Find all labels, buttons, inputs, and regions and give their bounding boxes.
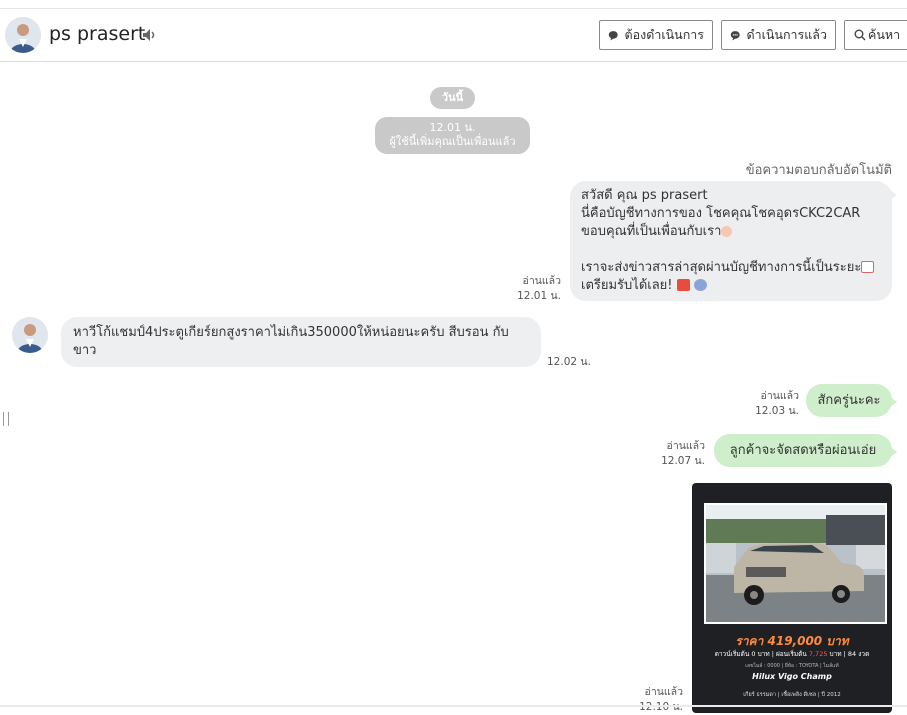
search-label: ค้นหา — [868, 27, 901, 42]
system-message: 12.01 น. ผู้ใช้นี้เพิ่มคุณเป็นเพื่อนแล้ว — [375, 117, 530, 154]
gift-emoji-icon — [676, 279, 690, 291]
contact-name: ps prasert — [49, 23, 146, 45]
car-listing-card[interactable]: ราคา 419,000 บาท ดาวน์เริ่มต้น 0 บาท | ผ… — [692, 483, 892, 713]
read-status: อ่านแล้ว — [666, 440, 705, 452]
read-status: อ่านแล้ว — [644, 686, 683, 698]
auto-reply-line: สวัสดี คุณ ps prasert — [581, 188, 708, 203]
message-time: 12.07 น. — [661, 455, 705, 467]
resize-handle[interactable] — [3, 412, 9, 426]
done-label: ดำเนินการแล้ว — [746, 27, 827, 42]
done-button[interactable]: ดำเนินการแล้ว — [721, 20, 836, 50]
car-info: เลขไมล์ : 0000 | ยี่ห้อ : TOYOTA | ไมล์แ… — [745, 663, 839, 669]
auto-reply-bubble[interactable]: สวัสดี คุณ ps prasert นี่คือบัญชีทางการข… — [570, 181, 892, 301]
chat-area: วันนี้ 12.01 น. ผู้ใช้นี้เพิ่มคุณเป็นเพื… — [0, 63, 907, 713]
card-meta: อ่านแล้ว 12.10 น. — [639, 685, 683, 715]
chat-header: ps prasert ต้องดำเนินการ ดำเนินการแล้ว ค… — [0, 9, 907, 62]
auto-reply-line: นี่คือบัญชีทางการของ โชคคุณโชคอุดรCKC2CA… — [581, 206, 861, 221]
search-icon — [854, 29, 866, 41]
read-status: อ่านแล้ว — [760, 390, 799, 402]
message-time: 12.10 น. — [639, 701, 683, 713]
incoming-avatar[interactable] — [12, 317, 48, 353]
auto-reply-line: เราจะส่งข่าวสารล่าสุดผ่านบัญชีทางการนี้เ… — [581, 259, 881, 277]
date-pill: วันนี้ — [430, 87, 475, 109]
system-time: 12.01 น. — [429, 121, 476, 134]
outgoing-message-bubble[interactable]: ลูกค้าจะจัดสดหรือผ่อนเอ่ย — [714, 434, 892, 467]
auto-reply-label: ข้อความตอบกลับอัตโนมัติ — [745, 163, 892, 178]
pending-button[interactable]: ต้องดำเนินการ — [599, 20, 713, 50]
message-time: 12.01 น. — [517, 290, 561, 302]
auto-reply-line: ขอบคุณที่เป็นเพื่อนกับเรา — [581, 223, 881, 241]
reply1-meta: อ่านแล้ว 12.03 น. — [755, 389, 799, 419]
car-terms: ดาวน์เริ่มต้น 0 บาท | ผ่อนเริ่มต้น 7,725… — [714, 650, 870, 658]
system-text: ผู้ใช้นี้เพิ่มคุณเป็นเพื่อนแล้ว — [389, 135, 516, 148]
smile-emoji-icon — [721, 226, 733, 237]
auto-reply-line: เตรียมรับได้เลย! — [581, 277, 881, 295]
message-time: 12.03 น. — [755, 405, 799, 417]
incoming-time: 12.02 น. — [547, 356, 591, 368]
car-specs: เกียร์ ธรรมดา | เชื้อเพลิง ดีเซล | ปี 20… — [743, 692, 841, 698]
speaker-icon[interactable] — [142, 28, 158, 42]
chat-bubble-icon — [608, 30, 618, 40]
top-strip — [0, 0, 907, 9]
bubble-tail — [889, 189, 897, 201]
chat-dots-icon — [730, 30, 740, 40]
incoming-message-bubble[interactable]: หาวีโก้แชมป์4ประตูเกียร์ยกสูงราคาไม่เกิน… — [61, 317, 541, 367]
search-button[interactable]: ค้นหา — [844, 20, 907, 50]
car-model: Hilux Vigo Champ — [752, 672, 832, 681]
pending-label: ต้องดำเนินการ — [624, 27, 704, 42]
reply2-meta: อ่านแล้ว 12.07 น. — [661, 439, 705, 469]
outgoing-message-bubble[interactable]: สักครู่นะคะ — [806, 384, 892, 417]
read-status: อ่านแล้ว — [522, 275, 561, 287]
love-letter-emoji-icon — [861, 261, 875, 273]
contact-avatar[interactable] — [5, 17, 41, 53]
auto-reply-meta: อ่านแล้ว 12.01 น. — [517, 274, 561, 304]
bubble-tail — [889, 446, 897, 458]
car-photo[interactable] — [704, 503, 887, 624]
sparkle-emoji-icon — [693, 279, 707, 291]
bubble-tail — [889, 396, 897, 408]
